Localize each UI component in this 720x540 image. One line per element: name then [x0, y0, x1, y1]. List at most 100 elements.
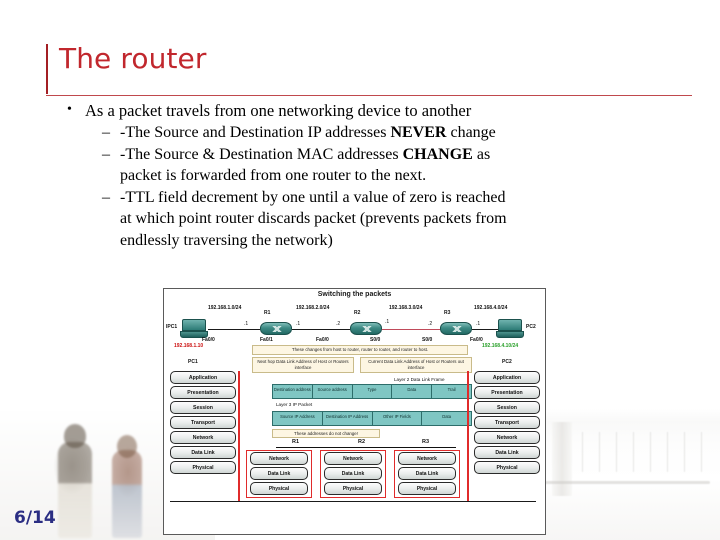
bullet-emphasis-never: NEVER — [390, 124, 447, 141]
network-label-2: 192.168.2.0/24 — [296, 305, 330, 311]
if-num-r2-right: .1 — [385, 319, 390, 325]
router-icon-r2 — [350, 322, 382, 335]
interface-label-1: Fa0/1 — [260, 337, 273, 343]
background-person-left-head — [64, 424, 86, 448]
network-label-1: 192.168.1.0/24 — [208, 305, 242, 311]
page-number: 6/14 — [14, 508, 56, 528]
path-line-right — [467, 371, 469, 501]
span-label-r3: R3 — [422, 439, 430, 445]
interface-label-2: Fa0/0 — [316, 337, 329, 343]
body-content: • As a packet travels from one networkin… — [60, 100, 680, 251]
frame-field-dest: Destination address — [273, 385, 313, 398]
background-person-right-head — [117, 435, 137, 458]
pc1-caption: PC1 — [188, 359, 198, 365]
osi-layer-transport: Transport — [170, 416, 236, 429]
link-r1-r2 — [292, 329, 350, 330]
background-person-left — [58, 442, 92, 538]
bullet-continuation: at which point router discards packet (p… — [120, 210, 507, 227]
pc1-screen — [182, 319, 206, 331]
dash-marker: – — [102, 188, 110, 206]
bullet-level2-ip: – -The Source and Destination IP address… — [60, 122, 680, 144]
bullet-text-part: -The Source and Destination IP addresses — [120, 124, 391, 141]
osi-layer-application: Application — [170, 371, 236, 384]
note-current-address: Current Data Link Address of Host or Rou… — [360, 357, 472, 373]
router-label-r3: R3 — [444, 310, 451, 316]
title-block: The router — [46, 42, 692, 96]
interface-label-5: Fa0/0 — [470, 337, 483, 343]
interface-label-4: S0/0 — [422, 337, 433, 343]
pc2-base — [496, 331, 524, 338]
background-windows — [582, 432, 714, 472]
bullet-level2-ttl: – -TTL field decrement by one until a va… — [60, 187, 680, 252]
bullet-continuation: packet is forwarded from one router to t… — [120, 167, 427, 184]
osi-layer-presentation: Presentation — [170, 386, 236, 399]
background-person-right — [112, 450, 142, 538]
osi-layer-application: Application — [474, 371, 540, 384]
osi-stack-pc2: Application Presentation Session Transpo… — [474, 371, 540, 476]
bullet-text-part: change — [446, 124, 496, 141]
bullet-text: As a packet travels from one networking … — [85, 101, 472, 120]
osi-layer-session: Session — [170, 401, 236, 414]
packet-field-other: Other IP Fields — [373, 412, 423, 425]
packet-caption: Layer 3 IP Packet — [276, 402, 313, 407]
title-horizontal-rule — [46, 95, 692, 96]
dash-marker: – — [102, 124, 110, 141]
osi-layer-datalink: Data Link — [474, 446, 540, 459]
packet-field-src-ip: Source IP Address — [273, 412, 323, 425]
router-label-r1: R1 — [264, 310, 271, 316]
path-line-left — [238, 371, 240, 501]
page-title: The router — [59, 42, 207, 75]
bullet-text-part: as — [472, 145, 491, 163]
span-label-r2: R2 — [358, 439, 366, 445]
osi-layer-physical: Physical — [474, 461, 540, 474]
dash-marker: – — [102, 145, 110, 163]
osi-layer-session: Session — [474, 401, 540, 414]
if-num-r1-left: .1 — [244, 321, 249, 327]
link-pc1-r1 — [208, 329, 260, 330]
background-railing — [530, 481, 710, 484]
path-highlight-r2 — [320, 450, 386, 498]
frame-field-src: Source address — [313, 385, 353, 398]
bullet-text-part: -TTL field decrement by one until a valu… — [120, 188, 506, 206]
bullet-text-part: -The Source & Destination MAC addresses — [120, 145, 403, 163]
link-r3-pc2 — [472, 329, 498, 330]
bullet-continuation: endlessly traversing the network) — [120, 231, 333, 249]
osi-layer-datalink: Data Link — [170, 446, 236, 459]
note-next-hop: Next hop Data Link Address of Host or Ro… — [252, 357, 354, 373]
if-num-r3-left: .2 — [428, 321, 433, 327]
layer3-packet: Source IP Address Destination IP Address… — [272, 411, 472, 426]
pc2-tag: PC2 — [526, 324, 536, 330]
if-num-r3-right: .1 — [476, 321, 481, 327]
network-diagram: Switching the packets 192.168.1.0/24 192… — [163, 288, 546, 535]
bullet-marker: • — [67, 102, 72, 117]
note-changes: These changes from host to router, route… — [252, 345, 468, 355]
osi-layer-network: Network — [474, 431, 540, 444]
path-highlight-r1 — [246, 450, 312, 498]
router-icon-r1 — [260, 322, 292, 335]
pc1-tag: IPC1 — [166, 324, 178, 330]
link-r2-r3-serial — [382, 329, 440, 330]
if-num-r1-right: .1 — [296, 321, 301, 327]
layer2-frame: Destination address Source address Type … — [272, 384, 472, 399]
osi-layer-presentation: Presentation — [474, 386, 540, 399]
frame-field-data: Data — [392, 385, 433, 398]
frame-field-type: Type — [353, 385, 393, 398]
frame-caption: Layer 2 Data Link Frame — [394, 377, 445, 382]
pc1-icon — [180, 319, 208, 339]
diagram-title: Switching the packets — [317, 291, 392, 298]
router-icon-r3 — [440, 322, 472, 335]
osi-layer-network: Network — [170, 431, 236, 444]
frame-field-trailer: Trail — [447, 387, 456, 392]
network-label-4: 192.168.4.0/24 — [474, 305, 508, 311]
span-label-r1: R1 — [292, 439, 300, 445]
router-label-r2: R2 — [354, 310, 361, 316]
pc2-caption: PC2 — [502, 359, 512, 365]
interface-label-3: S0/0 — [370, 337, 381, 343]
network-label-3: 192.168.3.0/24 — [389, 305, 423, 311]
osi-stack-pc1: Application Presentation Session Transpo… — [170, 371, 236, 476]
path-highlight-r3 — [394, 450, 460, 498]
interface-label-0: Fa0/0 — [202, 337, 215, 343]
osi-layer-physical: Physical — [170, 461, 236, 474]
pc2-icon — [496, 319, 524, 339]
bullet-level2-mac: – -The Source & Destination MAC addresse… — [60, 144, 680, 187]
